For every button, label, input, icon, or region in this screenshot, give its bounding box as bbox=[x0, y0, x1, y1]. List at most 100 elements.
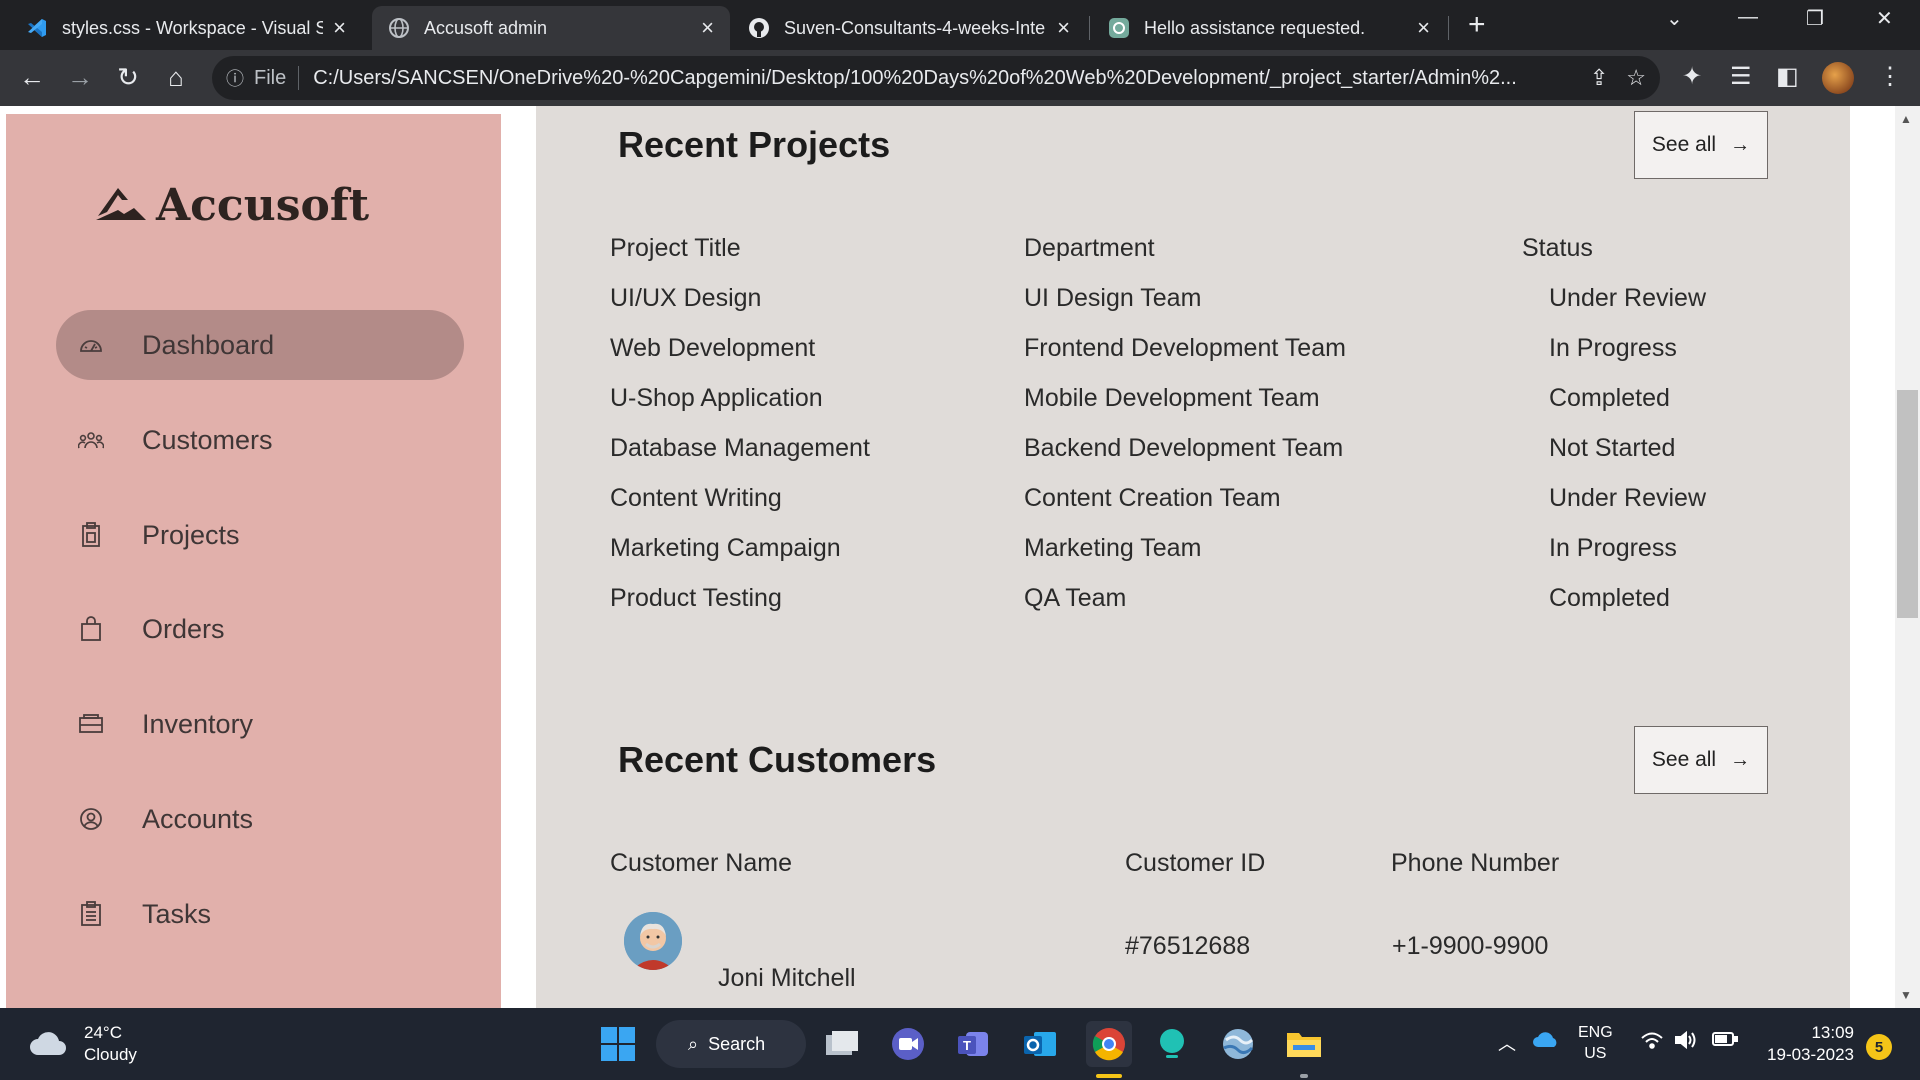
close-icon[interactable]: × bbox=[701, 15, 714, 41]
sidebar-item-label: Customers bbox=[142, 424, 273, 455]
tab-title: styles.css - Workspace - Visual St bbox=[62, 17, 324, 38]
see-all-label: See all bbox=[1651, 133, 1717, 156]
tab-github[interactable]: Suven-Consultants-4-weeks-Inte × bbox=[732, 6, 1086, 50]
sidebar-item-inventory[interactable]: Inventory bbox=[56, 689, 464, 759]
battery-icon[interactable] bbox=[1712, 1030, 1738, 1053]
customer-name-cell: Joni Mitchell bbox=[718, 964, 856, 992]
status-cell: Under Review bbox=[1549, 284, 1707, 312]
media-queue-icon[interactable]: ☰ bbox=[1730, 62, 1752, 91]
sidebar-item-customers[interactable]: Customers bbox=[56, 405, 464, 475]
brand-logo[interactable]: Accusoft bbox=[94, 180, 369, 231]
close-icon[interactable]: × bbox=[1057, 15, 1070, 41]
region-code: US bbox=[1584, 1045, 1607, 1062]
phone-number-cell: +1-9900-9900 bbox=[1392, 932, 1549, 960]
sidebar: Accusoft Dashboard Customers Projects Or… bbox=[6, 114, 501, 1008]
column-header-customer-name: Customer Name bbox=[610, 849, 792, 877]
profile-avatar[interactable] bbox=[1822, 62, 1854, 94]
teal-app-icon[interactable] bbox=[1152, 1024, 1192, 1064]
project-title-cell: Content Writing bbox=[610, 484, 782, 512]
column-header-customer-id: Customer ID bbox=[1125, 849, 1266, 877]
input-language-indicator[interactable]: ENG US bbox=[1578, 1022, 1613, 1064]
home-button[interactable]: ⌂ bbox=[160, 62, 192, 93]
brand-name: Accusoft bbox=[156, 180, 370, 231]
tab-title: Hello assistance requested. bbox=[1144, 17, 1366, 38]
column-header-status: Status bbox=[1522, 234, 1593, 262]
info-icon[interactable]: ⓘ bbox=[226, 65, 244, 91]
project-title-cell: U-Shop Application bbox=[610, 384, 823, 412]
dashboard-icon bbox=[78, 332, 104, 358]
sidebar-item-projects[interactable]: Projects bbox=[56, 500, 464, 570]
chrome-icon[interactable] bbox=[1086, 1021, 1132, 1067]
tasks-icon bbox=[78, 901, 104, 927]
url-text[interactable]: C:/Users/SANCSEN/OneDrive%20-%20Capgemin… bbox=[313, 67, 1572, 90]
clock-time: 13:09 bbox=[1811, 1023, 1854, 1042]
sidebar-item-tasks[interactable]: Tasks bbox=[56, 879, 464, 949]
tab-vscode[interactable]: styles.css - Workspace - Visual St × bbox=[10, 6, 362, 50]
onedrive-cloud-icon[interactable] bbox=[1532, 1030, 1560, 1053]
windows-taskbar: 24°C Cloudy ⌕ Search T ︿ ENG US 13:09 19… bbox=[0, 1008, 1920, 1080]
sidebar-item-orders[interactable]: Orders bbox=[56, 594, 464, 664]
file-explorer-icon[interactable] bbox=[1284, 1024, 1324, 1064]
volume-icon[interactable] bbox=[1674, 1030, 1698, 1055]
teams-icon[interactable]: T bbox=[954, 1024, 994, 1064]
tab-search-chevron-icon[interactable]: ⌄ bbox=[1666, 6, 1683, 31]
see-all-projects-button[interactable]: See all → bbox=[1634, 111, 1768, 179]
forward-button[interactable]: → bbox=[64, 62, 96, 93]
department-cell: UI Design Team bbox=[1024, 284, 1202, 312]
scroll-up-arrow-icon[interactable]: ▲ bbox=[1900, 112, 1912, 126]
close-icon[interactable]: × bbox=[333, 15, 346, 41]
more-menu-icon[interactable]: ⋮ bbox=[1878, 62, 1902, 91]
scheme-label: File bbox=[254, 66, 287, 89]
svg-text:T: T bbox=[963, 1038, 971, 1053]
vscode-icon bbox=[26, 17, 48, 39]
meet-chat-icon[interactable] bbox=[888, 1024, 928, 1064]
clock-date: 19-03-2023 bbox=[1767, 1045, 1854, 1064]
department-cell: QA Team bbox=[1024, 584, 1127, 612]
close-window-button[interactable]: ✕ bbox=[1876, 6, 1893, 31]
side-panel-icon[interactable]: ◧ bbox=[1776, 62, 1799, 91]
wifi-icon[interactable] bbox=[1640, 1030, 1664, 1055]
chatgpt-icon bbox=[1108, 17, 1130, 39]
windows-start-icon[interactable] bbox=[598, 1024, 638, 1064]
outlook-icon[interactable] bbox=[1020, 1024, 1060, 1064]
share-icon[interactable]: ⇪ bbox=[1590, 65, 1608, 91]
show-hidden-icons-chevron-icon[interactable]: ︿ bbox=[1498, 1030, 1516, 1056]
column-header-project-title: Project Title bbox=[610, 234, 741, 262]
tab-accusoft-admin[interactable]: Accusoft admin × bbox=[372, 6, 730, 50]
main-content: Recent Projects See all → Project Title … bbox=[536, 106, 1850, 1008]
extensions-icon[interactable]: ✦ bbox=[1682, 62, 1702, 91]
sidebar-item-label: Inventory bbox=[142, 708, 254, 739]
reload-button[interactable]: ↻ bbox=[112, 62, 144, 93]
weather-widget[interactable]: 24°C Cloudy bbox=[28, 1022, 137, 1066]
tab-chatgpt[interactable]: Hello assistance requested. × bbox=[1092, 6, 1446, 50]
close-icon[interactable]: × bbox=[1417, 15, 1430, 41]
scrollbar-thumb[interactable] bbox=[1897, 390, 1918, 618]
inventory-icon bbox=[78, 711, 104, 737]
department-cell: Mobile Development Team bbox=[1024, 384, 1320, 412]
minimize-button[interactable]: — bbox=[1738, 6, 1758, 29]
taskbar-search-button[interactable]: ⌕ Search bbox=[656, 1020, 806, 1068]
customer-id-cell: #76512688 bbox=[1125, 932, 1251, 960]
web-page: Accusoft Dashboard Customers Projects Or… bbox=[0, 106, 1920, 1008]
address-bar[interactable]: ⓘ File C:/Users/SANCSEN/OneDrive%20-%20C… bbox=[212, 56, 1660, 100]
see-all-customers-button[interactable]: See all → bbox=[1634, 726, 1768, 794]
status-cell: In Progress bbox=[1549, 534, 1677, 562]
new-tab-button[interactable]: + bbox=[1468, 8, 1486, 42]
globe-app-icon[interactable] bbox=[1218, 1024, 1258, 1064]
accounts-icon bbox=[78, 806, 104, 832]
system-clock[interactable]: 13:09 19-03-2023 bbox=[1758, 1022, 1854, 1066]
sidebar-item-accounts[interactable]: Accounts bbox=[56, 784, 464, 854]
bookmark-star-icon[interactable]: ☆ bbox=[1626, 65, 1646, 91]
scroll-down-arrow-icon[interactable]: ▼ bbox=[1900, 988, 1912, 1002]
notification-count-badge[interactable]: 5 bbox=[1866, 1034, 1892, 1060]
sidebar-item-dashboard[interactable]: Dashboard bbox=[56, 310, 464, 380]
column-header-phone-number: Phone Number bbox=[1391, 849, 1560, 877]
back-button[interactable]: ← bbox=[16, 62, 48, 93]
task-view-icon[interactable] bbox=[822, 1024, 862, 1064]
browser-toolbar: ← → ↻ ⌂ ⓘ File C:/Users/SANCSEN/OneDrive… bbox=[0, 50, 1920, 106]
weather-temperature: 24°C bbox=[84, 1023, 122, 1042]
language-code: ENG bbox=[1578, 1024, 1613, 1041]
restore-button[interactable]: ❐ bbox=[1806, 6, 1824, 31]
project-title-cell: Marketing Campaign bbox=[610, 534, 841, 562]
department-cell: Content Creation Team bbox=[1024, 484, 1281, 512]
